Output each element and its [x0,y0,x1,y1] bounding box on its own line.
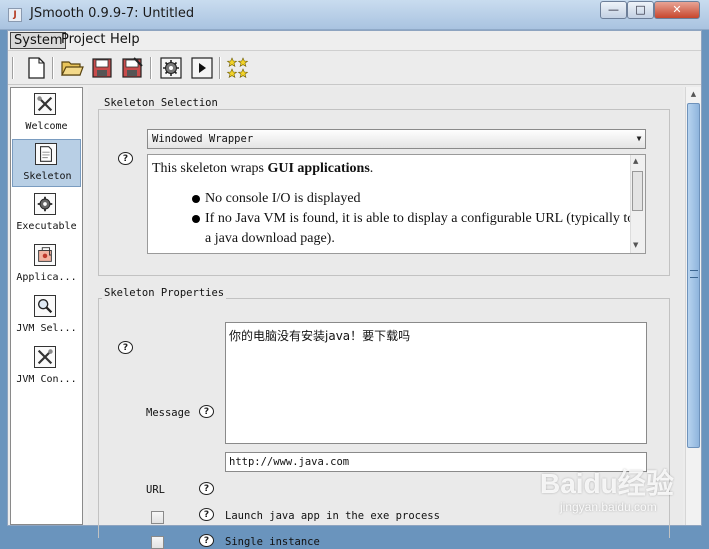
skeleton-description: This skeleton wraps GUI applications. No… [147,154,646,254]
sidebar-item-label: JVM Con... [16,374,77,385]
watermark: Baidu经验 jingyan.baidu.com [540,462,675,520]
run-icon[interactable] [190,56,214,80]
help-icon[interactable]: ? [199,508,214,521]
help-icon[interactable]: ? [118,152,133,165]
toolbar-separator [52,57,54,79]
sidebar-nav: Welcome Skeleton Executable Applica... J… [10,87,83,525]
gear-compile-icon[interactable] [159,56,183,80]
skeleton-properties-title: Skeleton Properties [102,287,227,299]
message-label: Message [146,407,191,419]
watermark-url: jingyan.baidu.com [560,500,657,514]
stars-icon[interactable] [226,56,250,80]
skeleton-type-value: Windowed Wrapper [152,133,254,145]
toolbar-separator [219,57,221,79]
help-icon[interactable]: ? [199,405,214,418]
scroll-down-icon[interactable]: ▼ [633,241,638,249]
maximize-button[interactable]: □ [627,1,654,19]
bullet-text: No console I/O is displayed [205,191,361,206]
bullet-text: If no Java VM is found, it is able to di… [205,211,635,246]
launch-in-exe-checkbox[interactable] [151,511,164,524]
title-bar[interactable]: J JSmooth 0.9.9-7: Untitled — □ ✕ [0,0,709,30]
sidebar-item-jvm-selection[interactable]: JVM Sel... [12,292,81,340]
description-scrollbar[interactable]: ▲ ▼ [630,155,645,253]
watermark-logo: Baidu经验 [540,468,674,499]
toolbar-separator [150,57,152,79]
sidebar-item-label: Welcome [25,121,68,132]
skeleton-selection-title: Skeleton Selection [102,97,220,109]
single-instance-label: Single instance [225,536,320,548]
minimize-button[interactable]: — [600,1,627,19]
sidebar-item-welcome[interactable]: Welcome [12,90,81,138]
scroll-up-icon[interactable]: ▲ [633,157,638,165]
gear-icon [34,193,56,215]
document-icon [35,143,57,165]
tools-icon [34,93,56,115]
sidebar-item-jvm-configuration[interactable]: JVM Con... [12,343,81,391]
grip-icon [690,270,698,278]
bullet [192,215,200,223]
chevron-down-icon[interactable]: ▼ [633,130,645,148]
save-as-icon[interactable] [120,56,144,80]
sidebar-item-label: JVM Sel... [16,323,77,334]
sidebar-item-application[interactable]: Applica... [12,241,81,289]
url-label: URL [146,484,165,496]
new-file-icon[interactable] [24,56,48,80]
window-client-area: System Project Help Welcome Skeleton Exe… [7,30,702,549]
sidebar-item-label: Applica... [16,272,77,283]
tools-icon [34,346,56,368]
single-instance-checkbox[interactable] [151,536,164,549]
sidebar-item-skeleton[interactable]: Skeleton [12,139,81,187]
help-icon[interactable]: ? [118,341,133,354]
open-folder-icon[interactable] [60,56,84,80]
scroll-up-icon[interactable]: ▲ [686,87,701,102]
main-panel: Skeleton Selection ? Windowed Wrapper ▼ … [88,87,683,549]
skeleton-type-select[interactable]: Windowed Wrapper ▼ [147,129,646,149]
menu-help[interactable]: Help [107,32,143,49]
bullet [192,195,200,203]
sidebar-item-label: Executable [16,221,77,232]
save-icon[interactable] [90,56,114,80]
java-app-icon: J [8,8,22,22]
magnifier-icon [34,295,56,317]
main-scrollbar[interactable]: ▲ [685,87,701,525]
description-intro: This skeleton wraps GUI applications. [152,161,374,176]
menu-project[interactable]: Project [58,32,108,49]
menu-bar: System Project Help [8,31,701,51]
toolbar-grip [12,57,14,79]
sidebar-item-label: Skeleton [23,171,72,182]
message-textarea[interactable]: 你的电脑没有安装java！要下载吗 [225,322,647,444]
sidebar-item-executable[interactable]: Executable [12,190,81,238]
help-icon[interactable]: ? [199,482,214,495]
scroll-thumb[interactable] [632,171,643,211]
window-title: JSmooth 0.9.9-7: Untitled [30,6,195,21]
application-icon [34,244,56,266]
help-icon[interactable]: ? [199,534,214,547]
toolbar [8,51,701,85]
scroll-thumb[interactable] [687,103,700,448]
launch-in-exe-label: Launch java app in the exe process [225,510,440,522]
close-button[interactable]: ✕ [654,1,700,19]
